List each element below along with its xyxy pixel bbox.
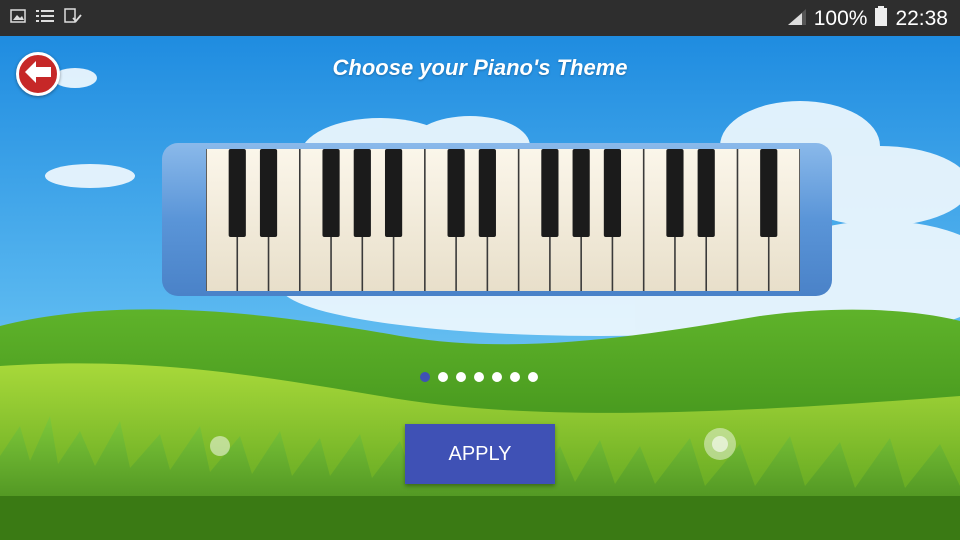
- status-bar-right: 100% 22:38: [787, 6, 948, 32]
- black-key[interactable]: [353, 149, 371, 237]
- clock: 22:38: [895, 7, 948, 30]
- black-key[interactable]: [697, 149, 715, 237]
- black-key[interactable]: [541, 149, 559, 237]
- black-key[interactable]: [259, 149, 278, 237]
- black-key[interactable]: [384, 149, 403, 237]
- carousel-dot[interactable]: [456, 372, 466, 382]
- signal-icon: [787, 7, 806, 31]
- battery-percent: 100%: [813, 7, 868, 30]
- carousel-dot[interactable]: [492, 372, 502, 382]
- carousel-dot[interactable]: [420, 372, 430, 382]
- black-key[interactable]: [478, 149, 496, 237]
- image-icon: [10, 9, 26, 28]
- carousel-dot[interactable]: [528, 372, 538, 382]
- status-bar-left-icons: [10, 8, 82, 29]
- carousel-indicator: [420, 372, 538, 382]
- black-key[interactable]: [603, 149, 622, 237]
- black-key[interactable]: [447, 149, 465, 237]
- page-title: Choose your Piano's Theme: [332, 55, 628, 80]
- list-icon: [36, 9, 54, 28]
- carousel-dot[interactable]: [510, 372, 520, 382]
- carousel-dot[interactable]: [474, 372, 484, 382]
- black-key[interactable]: [760, 149, 778, 237]
- black-key[interactable]: [228, 149, 246, 237]
- carousel-dot[interactable]: [438, 372, 448, 382]
- battery-icon: [875, 6, 888, 32]
- apply-button[interactable]: APPLY: [405, 424, 555, 484]
- sync-icon: [64, 8, 82, 29]
- black-key[interactable]: [572, 149, 590, 237]
- status-bar: 100% 22:38: [0, 0, 960, 36]
- black-key[interactable]: [322, 149, 340, 237]
- black-key[interactable]: [666, 149, 684, 237]
- piano-theme-preview[interactable]: [126, 143, 832, 296]
